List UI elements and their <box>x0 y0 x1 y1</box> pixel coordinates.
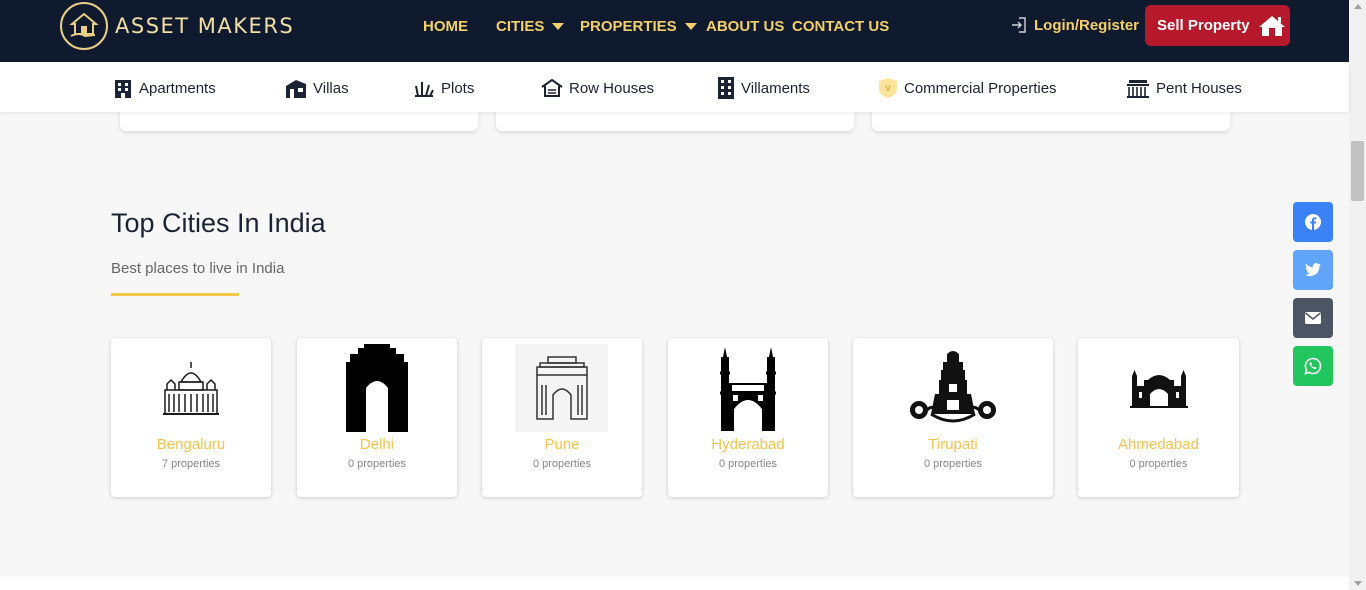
category-label: Villaments <box>741 79 810 97</box>
scrollbar-thumb[interactable] <box>1351 141 1364 201</box>
twitter-icon <box>1305 263 1321 277</box>
city-property-count: 0 properties <box>1129 458 1188 470</box>
nav-properties[interactable]: PROPERTIES <box>580 17 697 35</box>
nav-contact[interactable]: CONTACT US <box>792 17 889 35</box>
scroll-up-arrow-icon[interactable] <box>1354 4 1362 9</box>
house-hand-icon <box>60 2 108 50</box>
city-property-count: 0 properties <box>532 458 592 470</box>
penthouse-icon <box>1127 80 1149 98</box>
category-villaments[interactable]: Villaments <box>717 77 810 99</box>
category-commercial[interactable]: V Commercial Properties <box>878 78 1057 98</box>
facebook-icon <box>1305 214 1321 230</box>
city-card-hyderabad[interactable]: Hyderabad 0 properties <box>668 338 828 497</box>
city-name: Delhi <box>359 436 395 453</box>
share-whatsapp-button[interactable] <box>1293 346 1333 386</box>
category-villas[interactable]: Villas <box>285 78 349 98</box>
svg-text:V: V <box>885 84 891 93</box>
share-facebook-button[interactable] <box>1293 202 1333 242</box>
category-bar: Apartments Villas Plots Row Houses Villa… <box>0 62 1349 112</box>
category-label: Plots <box>441 79 475 97</box>
city-name: Bengaluru <box>156 436 226 453</box>
brand-logo[interactable]: ASSET MAKERS <box>60 2 294 50</box>
category-label: Apartments <box>139 79 216 97</box>
shield-icon: V <box>879 78 897 98</box>
section-underline <box>111 293 239 296</box>
category-label: Pent Houses <box>1156 79 1242 97</box>
nav-cities[interactable]: CITIES <box>496 17 565 35</box>
plot-icon <box>415 82 434 97</box>
top-navbar: ASSET MAKERS HOME CITIES PROPERTIES ABOU… <box>0 0 1349 62</box>
city-name: Tirupati <box>928 436 978 453</box>
category-row-houses[interactable]: Row Houses <box>541 78 654 98</box>
next-section-edge <box>0 577 1349 590</box>
india-gate-icon <box>346 344 408 432</box>
city-card-bengaluru[interactable]: Bengaluru 7 properties <box>111 338 271 497</box>
nav-cities-label: CITIES <box>496 17 545 35</box>
section-subtitle: Best places to live in India <box>111 260 285 277</box>
vidhana-soudha-icon <box>163 362 219 415</box>
category-apartments[interactable]: Apartments <box>113 78 216 98</box>
login-icon <box>1012 17 1026 33</box>
sell-label: Sell Property <box>1157 17 1250 34</box>
email-icon <box>1305 312 1321 324</box>
scroll-down-arrow-icon[interactable] <box>1354 581 1362 586</box>
gateway-icon <box>536 356 588 420</box>
brand-name: ASSET MAKERS <box>115 14 295 38</box>
city-image-frame <box>516 344 608 432</box>
category-label: Commercial Properties <box>904 79 1057 97</box>
villa-icon <box>286 80 306 98</box>
home-icon <box>1258 15 1285 36</box>
nav-home[interactable]: HOME <box>423 17 468 35</box>
category-pent-houses[interactable]: Pent Houses <box>1126 78 1242 98</box>
whatsapp-icon <box>1304 357 1322 375</box>
page-scrollbar[interactable] <box>1349 0 1366 590</box>
share-twitter-button[interactable] <box>1293 250 1333 290</box>
mosque-icon <box>1129 370 1188 408</box>
city-property-count: 0 properties <box>347 458 407 470</box>
city-card-tirupati[interactable]: Tirupati 0 properties <box>853 338 1053 497</box>
category-label: Row Houses <box>569 79 655 97</box>
sell-property-button[interactable]: Sell Property <box>1145 5 1290 46</box>
city-property-count: 7 properties <box>161 458 221 470</box>
city-name: Ahmedabad <box>1118 436 1199 453</box>
city-name: Pune <box>544 436 580 453</box>
chevron-down-icon <box>684 22 697 30</box>
chevron-down-icon <box>552 22 565 30</box>
city-name: Hyderabad <box>711 436 785 453</box>
city-card-delhi[interactable]: Delhi 0 properties <box>297 338 457 497</box>
temple-icon <box>910 351 996 423</box>
login-register-link[interactable]: Login/Register <box>1010 16 1139 34</box>
city-card-ahmedabad[interactable]: Ahmedabad 0 properties <box>1078 338 1239 497</box>
section-title: Top Cities In India <box>111 208 326 238</box>
nav-properties-label: PROPERTIES <box>580 17 677 35</box>
building-icon <box>115 80 131 98</box>
category-plots[interactable]: Plots <box>413 78 474 98</box>
charminar-icon <box>720 347 776 431</box>
category-label: Villas <box>313 79 349 97</box>
share-email-button[interactable] <box>1293 298 1333 338</box>
tower-icon <box>718 77 734 99</box>
login-label: Login/Register <box>1034 16 1140 34</box>
city-card-pune[interactable]: Pune 0 properties <box>482 338 642 497</box>
nav-about[interactable]: ABOUT US <box>706 17 784 35</box>
city-property-count: 0 properties <box>718 458 778 470</box>
house-icon <box>541 78 563 97</box>
city-property-count: 0 properties <box>923 458 983 470</box>
